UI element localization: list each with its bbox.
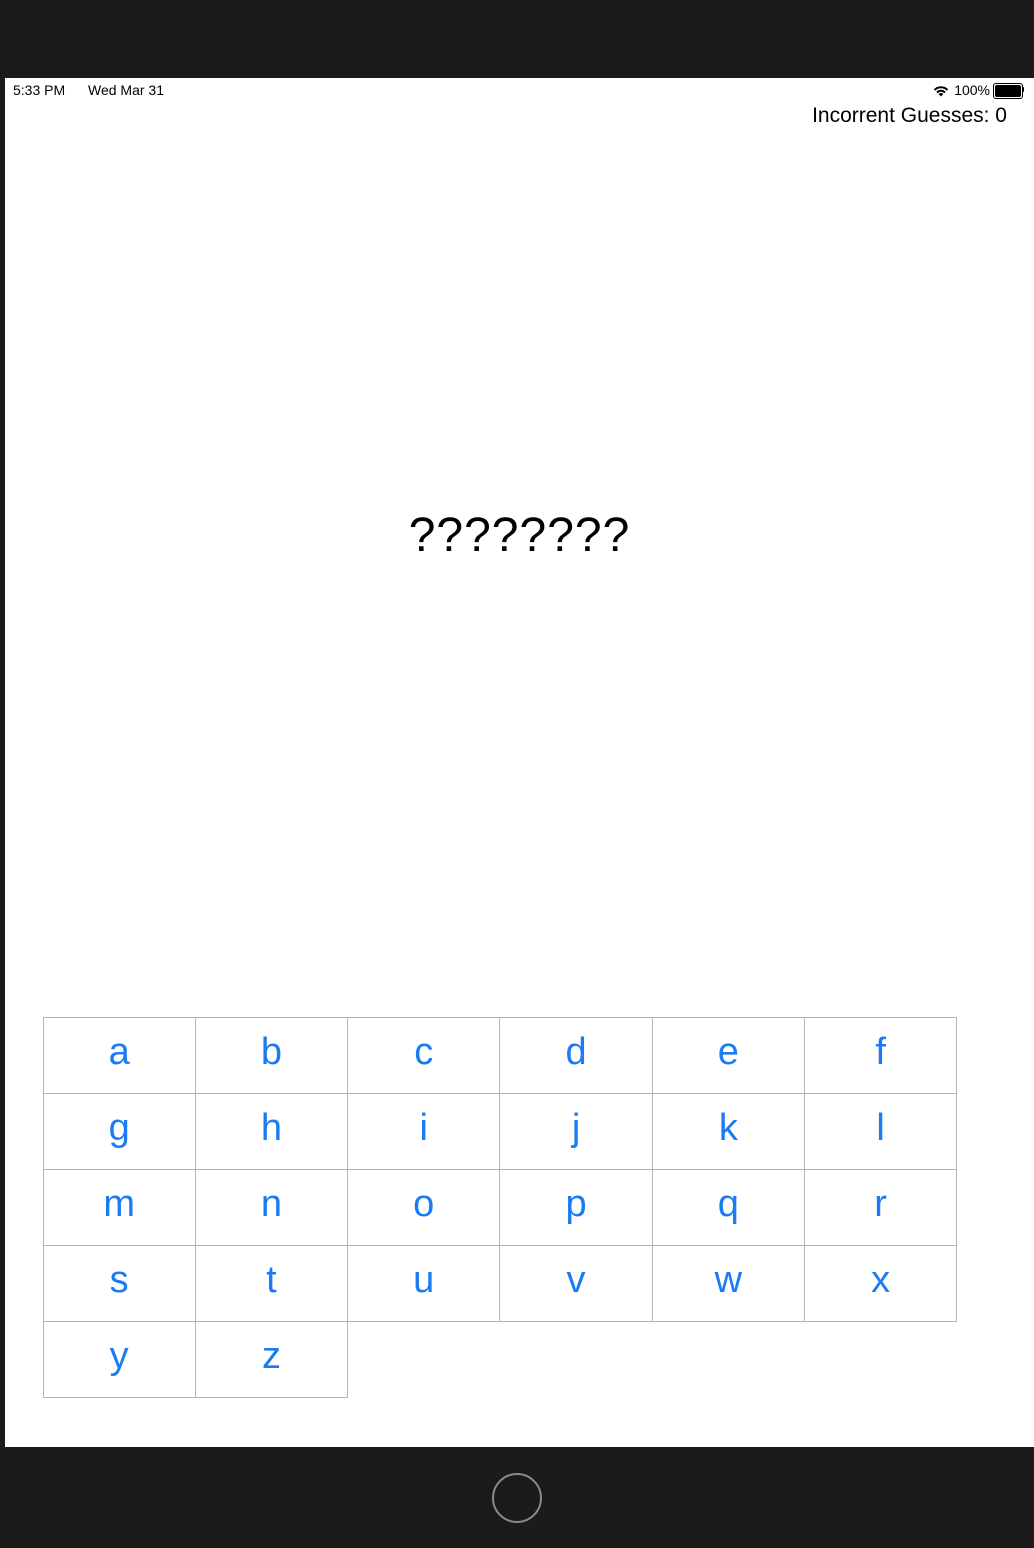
letter-key-t[interactable]: t	[194, 1244, 349, 1322]
status-time: 5:33 PM	[13, 82, 66, 98]
letter-key-j[interactable]: j	[499, 1092, 653, 1170]
letter-key-m[interactable]: m	[42, 1168, 196, 1246]
letter-key-a[interactable]: a	[42, 1016, 196, 1094]
letter-key-b[interactable]: b	[194, 1016, 349, 1094]
app-screen: 5:33 PM Wed Mar 31 100% Incorrent Guesse…	[5, 78, 1034, 1447]
battery-icon	[993, 83, 1024, 99]
letter-key-c[interactable]: c	[347, 1016, 501, 1094]
letter-key-h[interactable]: h	[194, 1092, 349, 1170]
letter-key-d[interactable]: d	[499, 1016, 653, 1094]
letter-key-r[interactable]: r	[803, 1168, 958, 1246]
status-date: Wed Mar 31	[88, 82, 164, 98]
letter-key-o[interactable]: o	[347, 1168, 501, 1246]
letter-key-x[interactable]: x	[803, 1244, 958, 1322]
letter-key-g[interactable]: g	[42, 1092, 196, 1170]
letter-key-s[interactable]: s	[42, 1244, 196, 1322]
letter-key-w[interactable]: w	[651, 1244, 805, 1322]
letter-key-z[interactable]: z	[194, 1320, 349, 1398]
status-bar: 5:33 PM Wed Mar 31 100%	[5, 78, 1034, 102]
letter-key-l[interactable]: l	[803, 1092, 958, 1170]
letter-key-q[interactable]: q	[651, 1168, 805, 1246]
device-bezel-top	[0, 0, 1034, 78]
battery-percent: 100%	[954, 82, 990, 98]
incorrect-guesses-label: Incorrent Guesses: 0	[812, 104, 1007, 127]
letter-key-f[interactable]: f	[803, 1016, 958, 1094]
letter-key-v[interactable]: v	[499, 1244, 653, 1322]
letter-key-n[interactable]: n	[194, 1168, 349, 1246]
letter-key-e[interactable]: e	[651, 1016, 805, 1094]
letter-key-u[interactable]: u	[347, 1244, 501, 1322]
hidden-word-display: ????????	[408, 509, 631, 562]
letter-key-k[interactable]: k	[651, 1092, 805, 1170]
letter-key-i[interactable]: i	[347, 1092, 501, 1170]
wifi-icon	[933, 86, 949, 97]
letter-keyboard: abcdef ghijkl mnopqr stuvwx yz	[42, 1016, 958, 1398]
home-button[interactable]	[492, 1473, 542, 1523]
status-indicators: 100%	[932, 81, 1024, 99]
letter-key-p[interactable]: p	[499, 1168, 653, 1246]
letter-key-y[interactable]: y	[42, 1320, 196, 1398]
